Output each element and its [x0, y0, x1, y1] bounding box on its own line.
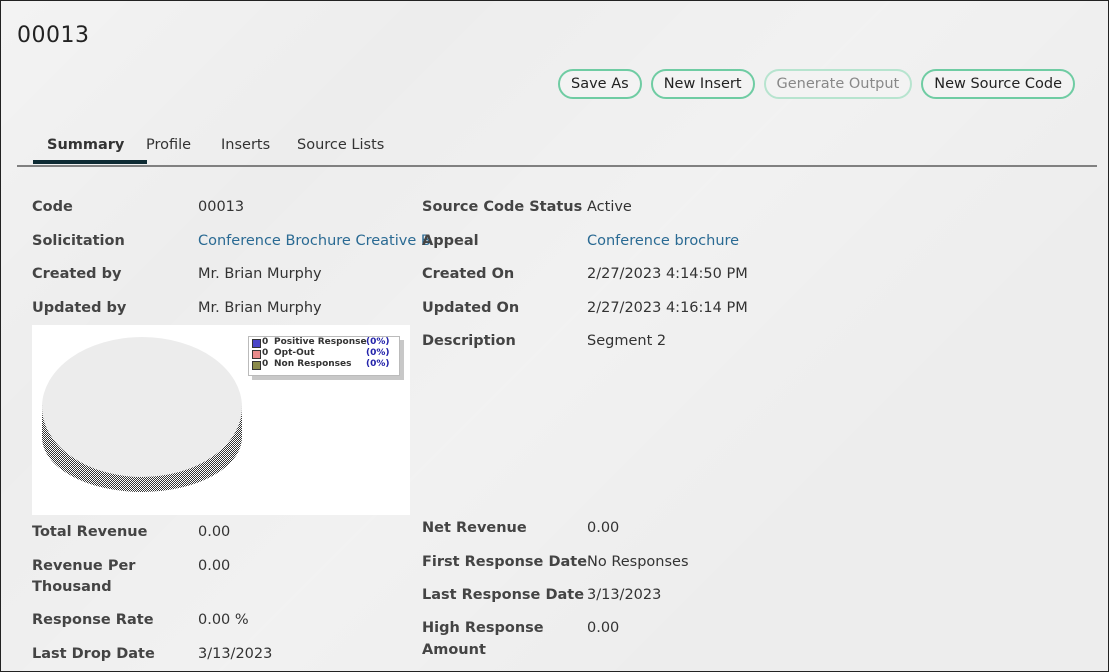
high-response-amount-label-2: Amount [422, 642, 486, 658]
legend-label: Positive Response [274, 337, 367, 347]
new-insert-button[interactable]: New Insert [650, 69, 755, 99]
response-rate-value: 0.00 % [198, 612, 249, 628]
first-response-date-value: No Responses [587, 554, 689, 570]
legend-percent: (0%) [366, 348, 390, 358]
legend-swatch [252, 339, 261, 348]
legend-item-positive-response: 0 Positive Response (0%) [249, 337, 399, 348]
action-bar: Save As New Insert Generate Output New S… [558, 69, 1075, 99]
tab-profile[interactable]: Profile [146, 137, 191, 161]
updated-by-value: Mr. Brian Murphy [198, 300, 322, 316]
status-label: Source Code Status [422, 199, 583, 215]
legend-percent: (0%) [366, 359, 390, 369]
net-revenue-label: Net Revenue [422, 520, 527, 536]
legend-label: Non Responses [274, 359, 352, 369]
response-pie-chart: 0 Positive Response (0%) 0 Opt-Out (0%) … [32, 325, 410, 515]
appeal-label: Appeal [422, 233, 479, 249]
created-by-label: Created by [32, 266, 122, 282]
net-revenue-value: 0.00 [587, 520, 620, 536]
legend-swatch [252, 350, 261, 359]
code-label: Code [32, 199, 73, 215]
active-tab-indicator [33, 160, 147, 164]
solicitation-link[interactable]: Conference Brochure Creative B [198, 231, 431, 252]
description-label: Description [422, 333, 516, 349]
legend-item-opt-out: 0 Opt-Out (0%) [249, 348, 399, 359]
appeal-link[interactable]: Conference brochure [587, 231, 739, 252]
created-by-value: Mr. Brian Murphy [198, 266, 322, 282]
tab-summary[interactable]: Summary [47, 137, 124, 161]
revenue-per-thousand-label-2: Thousand [32, 579, 112, 595]
revenue-per-thousand-value: 0.00 [198, 558, 231, 574]
description-value: Segment 2 [587, 333, 667, 349]
solicitation-label: Solicitation [32, 233, 125, 249]
updated-on-label: Updated On [422, 300, 520, 316]
legend-count: 0 [262, 348, 269, 358]
updated-on-value: 2/27/2023 4:16:14 PM [587, 300, 748, 316]
chart-legend: 0 Positive Response (0%) 0 Opt-Out (0%) … [248, 336, 400, 376]
generate-output-button[interactable]: Generate Output [763, 69, 913, 99]
source-code-page: 00013 Save As New Insert Generate Output… [0, 0, 1109, 672]
status-value: Active [587, 199, 632, 215]
total-revenue-value: 0.00 [198, 524, 231, 540]
last-drop-date-value: 3/13/2023 [198, 646, 273, 662]
legend-item-non-responses: 0 Non Responses (0%) [249, 359, 399, 370]
updated-by-label: Updated by [32, 300, 127, 316]
last-drop-date-label: Last Drop Date [32, 646, 155, 662]
last-response-date-label: Last Response Date [422, 587, 585, 603]
response-rate-label: Response Rate [32, 612, 154, 628]
tab-source-lists[interactable]: Source Lists [297, 137, 384, 161]
new-source-code-button[interactable]: New Source Code [921, 69, 1075, 99]
last-response-date-value: 3/13/2023 [587, 587, 662, 603]
legend-count: 0 [262, 337, 269, 347]
created-on-value: 2/27/2023 4:14:50 PM [587, 266, 748, 282]
tab-inserts[interactable]: Inserts [221, 137, 270, 161]
legend-count: 0 [262, 359, 269, 369]
tab-bar: Summary Profile Inserts Source Lists [17, 131, 1097, 167]
code-value: 00013 [198, 199, 245, 215]
high-response-amount-label-1: High Response [422, 620, 544, 636]
legend-swatch [252, 361, 261, 370]
save-as-button[interactable]: Save As [558, 69, 642, 99]
revenue-per-thousand-label-1: Revenue Per [32, 558, 136, 574]
total-revenue-label: Total Revenue [32, 524, 148, 540]
created-on-label: Created On [422, 266, 515, 282]
legend-percent: (0%) [366, 337, 390, 347]
pie-top [42, 337, 242, 477]
legend-label: Opt-Out [274, 348, 315, 358]
high-response-amount-value: 0.00 [587, 620, 620, 636]
first-response-date-label: First Response Date [422, 554, 588, 570]
page-title: 00013 [17, 23, 90, 48]
